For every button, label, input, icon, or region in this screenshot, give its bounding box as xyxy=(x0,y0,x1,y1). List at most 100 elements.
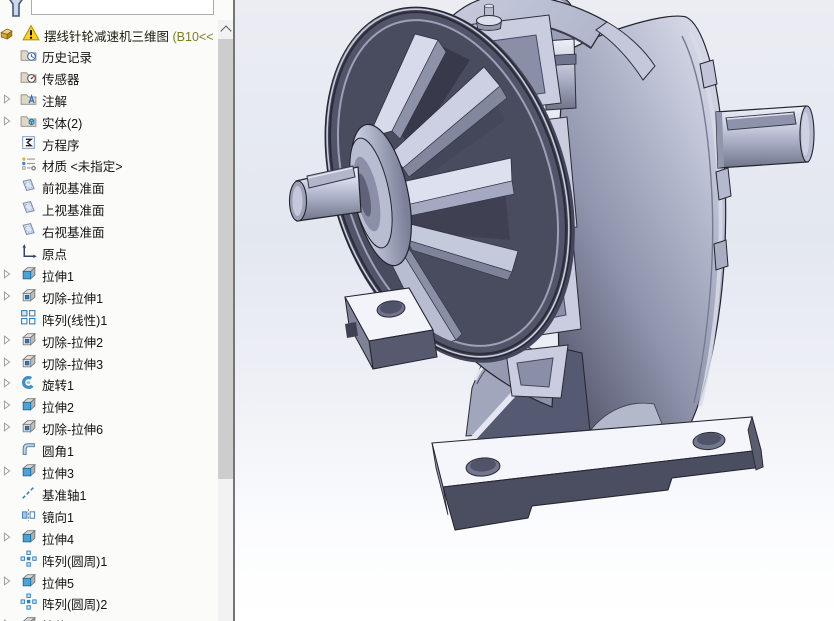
graphics-viewport[interactable] xyxy=(235,0,834,621)
expand-arrow-icon[interactable] xyxy=(1,355,13,369)
expand-arrow-icon[interactable] xyxy=(1,333,13,347)
feature-tree: 摆线针轮减速机三维图 (B10<< 历史记录 传感器注解实体(2) 方程序材质 <未… xyxy=(0,0,218,621)
equations-icon xyxy=(20,134,37,151)
tree-item-label: 旋转1 xyxy=(42,379,74,394)
tree-item-4[interactable]: 实体(2) xyxy=(0,110,218,132)
tree-item-label: 拉伸3 xyxy=(42,467,74,481)
tree-item-25[interactable]: 拉伸5 xyxy=(0,570,218,592)
boss-extrude-icon xyxy=(20,396,37,413)
tree-item-10[interactable]: 原点 xyxy=(0,241,218,263)
tree-item-15[interactable]: 切除-拉伸3 xyxy=(0,351,218,373)
tree-item-label: 切除-拉伸3 xyxy=(42,357,104,372)
part-icon xyxy=(0,23,19,42)
tree-item-label: 圆角1 xyxy=(42,445,74,460)
history-folder-icon xyxy=(20,46,37,63)
tree-item-label: 材质 <未指定> xyxy=(42,160,123,175)
tree-item-label: 方程序 xyxy=(42,138,80,153)
cut-extrude-icon xyxy=(20,331,37,348)
tree-item-label: 切除-拉伸1 xyxy=(42,291,104,306)
tree-item-label: 原点 xyxy=(42,248,68,262)
tree-item-5[interactable]: 方程序 xyxy=(0,132,218,154)
tree-item-label: 镜向1 xyxy=(42,510,74,525)
tree-item-19[interactable]: 圆角1 xyxy=(0,438,218,460)
tree-item-16[interactable]: 旋转1 xyxy=(0,372,218,394)
tree-item-3[interactable]: 注解 xyxy=(0,88,218,110)
tree-item-18[interactable]: 切除-拉伸6 xyxy=(0,416,218,438)
fillet-icon xyxy=(20,440,37,457)
tree-item-label: 拉伸4 xyxy=(42,532,74,547)
tree-item-label: 上视基准面 xyxy=(42,204,105,219)
cut-extrude-icon xyxy=(20,353,37,370)
mirror-icon xyxy=(20,506,37,523)
expand-arrow-icon[interactable] xyxy=(1,464,13,478)
tree-item-label: 阵列(线性)1 xyxy=(42,313,108,328)
tree-item-label: 拉伸6 xyxy=(42,616,74,621)
tree-item-27[interactable]: 拉伸6 xyxy=(0,613,218,621)
expand-arrow-icon[interactable] xyxy=(1,617,13,621)
plane-icon xyxy=(20,221,37,238)
tree-item-label: 前视基准面 xyxy=(42,182,105,197)
tree-item-26[interactable]: 阵列(圆周)2 xyxy=(0,591,218,613)
expand-arrow-icon[interactable] xyxy=(1,398,13,412)
tree-item-24[interactable]: 阵列(圆周)1 xyxy=(0,548,218,570)
cut-extrude-icon xyxy=(20,287,37,304)
scrollbar-up-arrow[interactable] xyxy=(218,20,233,38)
tree-item-label: 拉伸2 xyxy=(42,401,74,416)
tree-item-11[interactable]: 拉伸1 xyxy=(0,263,218,285)
revolve-icon xyxy=(20,374,37,391)
tree-item-label: 拉伸1 xyxy=(42,269,74,284)
material-icon xyxy=(20,155,37,172)
expand-arrow-icon[interactable] xyxy=(1,376,13,390)
boss-extrude-icon xyxy=(20,265,37,282)
tree-root-label: 摆线针轮减速机三维图 (B10<< xyxy=(44,30,214,44)
tree-root-config-suffix: (B10<< xyxy=(169,30,214,44)
tree-item-label: 切除-拉伸6 xyxy=(42,423,104,438)
boss-extrude-icon xyxy=(20,528,37,545)
circular-pattern-icon xyxy=(20,593,37,611)
tree-item-label: 注解 xyxy=(42,94,68,109)
tree-item-1[interactable]: 历史记录 xyxy=(0,44,218,66)
expand-arrow-icon[interactable] xyxy=(1,267,13,281)
solid-bodies-folder-icon xyxy=(20,112,37,129)
tree-item-9[interactable]: 右视基准面 xyxy=(0,219,218,241)
expand-arrow-icon[interactable] xyxy=(1,92,13,106)
tree-item-20[interactable]: 拉伸3 xyxy=(0,460,218,482)
tree-item-label: 实体(2) xyxy=(42,116,83,131)
expand-arrow-icon[interactable] xyxy=(1,114,13,128)
boss-extrude-icon xyxy=(20,462,37,479)
tree-scrollbar[interactable] xyxy=(218,20,233,621)
output-shaft[interactable] xyxy=(715,105,815,169)
expand-arrow-icon[interactable] xyxy=(1,530,13,544)
tree-item-6[interactable]: 材质 <未指定> xyxy=(0,153,218,175)
sensors-folder-icon xyxy=(20,68,37,85)
tree-item-8[interactable]: 上视基准面 xyxy=(0,197,218,219)
tree-root-item[interactable]: 摆线针轮减速机三维图 (B10<< xyxy=(0,22,218,44)
warning-icon xyxy=(22,24,40,41)
annotations-folder-icon xyxy=(20,90,37,107)
linear-pattern-icon xyxy=(20,309,37,326)
plane-icon xyxy=(20,199,37,216)
tree-item-17[interactable]: 拉伸2 xyxy=(0,394,218,416)
tree-item-13[interactable]: 阵列(线性)1 xyxy=(0,307,218,329)
circular-pattern-icon xyxy=(20,550,37,567)
expand-arrow-icon[interactable] xyxy=(1,574,13,588)
feature-manager-panel: 摆线针轮减速机三维图 (B10<< 历史记录 传感器注解实体(2) 方程序材质 <未… xyxy=(0,0,233,621)
expand-arrow-icon[interactable] xyxy=(1,420,13,434)
tree-item-label: 阵列(圆周)1 xyxy=(42,554,108,569)
tree-item-label: 基准轴1 xyxy=(42,488,87,503)
tree-item-label: 右视基准面 xyxy=(42,226,105,241)
axis-icon xyxy=(20,484,37,501)
tree-item-7[interactable]: 前视基准面 xyxy=(0,175,218,197)
cut-extrude-icon xyxy=(20,418,37,435)
boss-extrude-icon xyxy=(20,615,37,621)
boss-extrude-icon xyxy=(20,572,37,589)
scrollbar-thumb[interactable] xyxy=(218,39,233,479)
origin-icon xyxy=(20,243,37,260)
expand-arrow-icon[interactable] xyxy=(1,289,13,303)
tree-item-12[interactable]: 切除-拉伸1 xyxy=(0,285,218,307)
tree-item-23[interactable]: 拉伸4 xyxy=(0,526,218,548)
tree-item-21[interactable]: 基准轴1 xyxy=(0,482,218,504)
tree-item-14[interactable]: 切除-拉伸2 xyxy=(0,329,218,351)
tree-item-22[interactable]: 镜向1 xyxy=(0,504,218,526)
tree-item-2[interactable]: 传感器 xyxy=(0,66,218,88)
